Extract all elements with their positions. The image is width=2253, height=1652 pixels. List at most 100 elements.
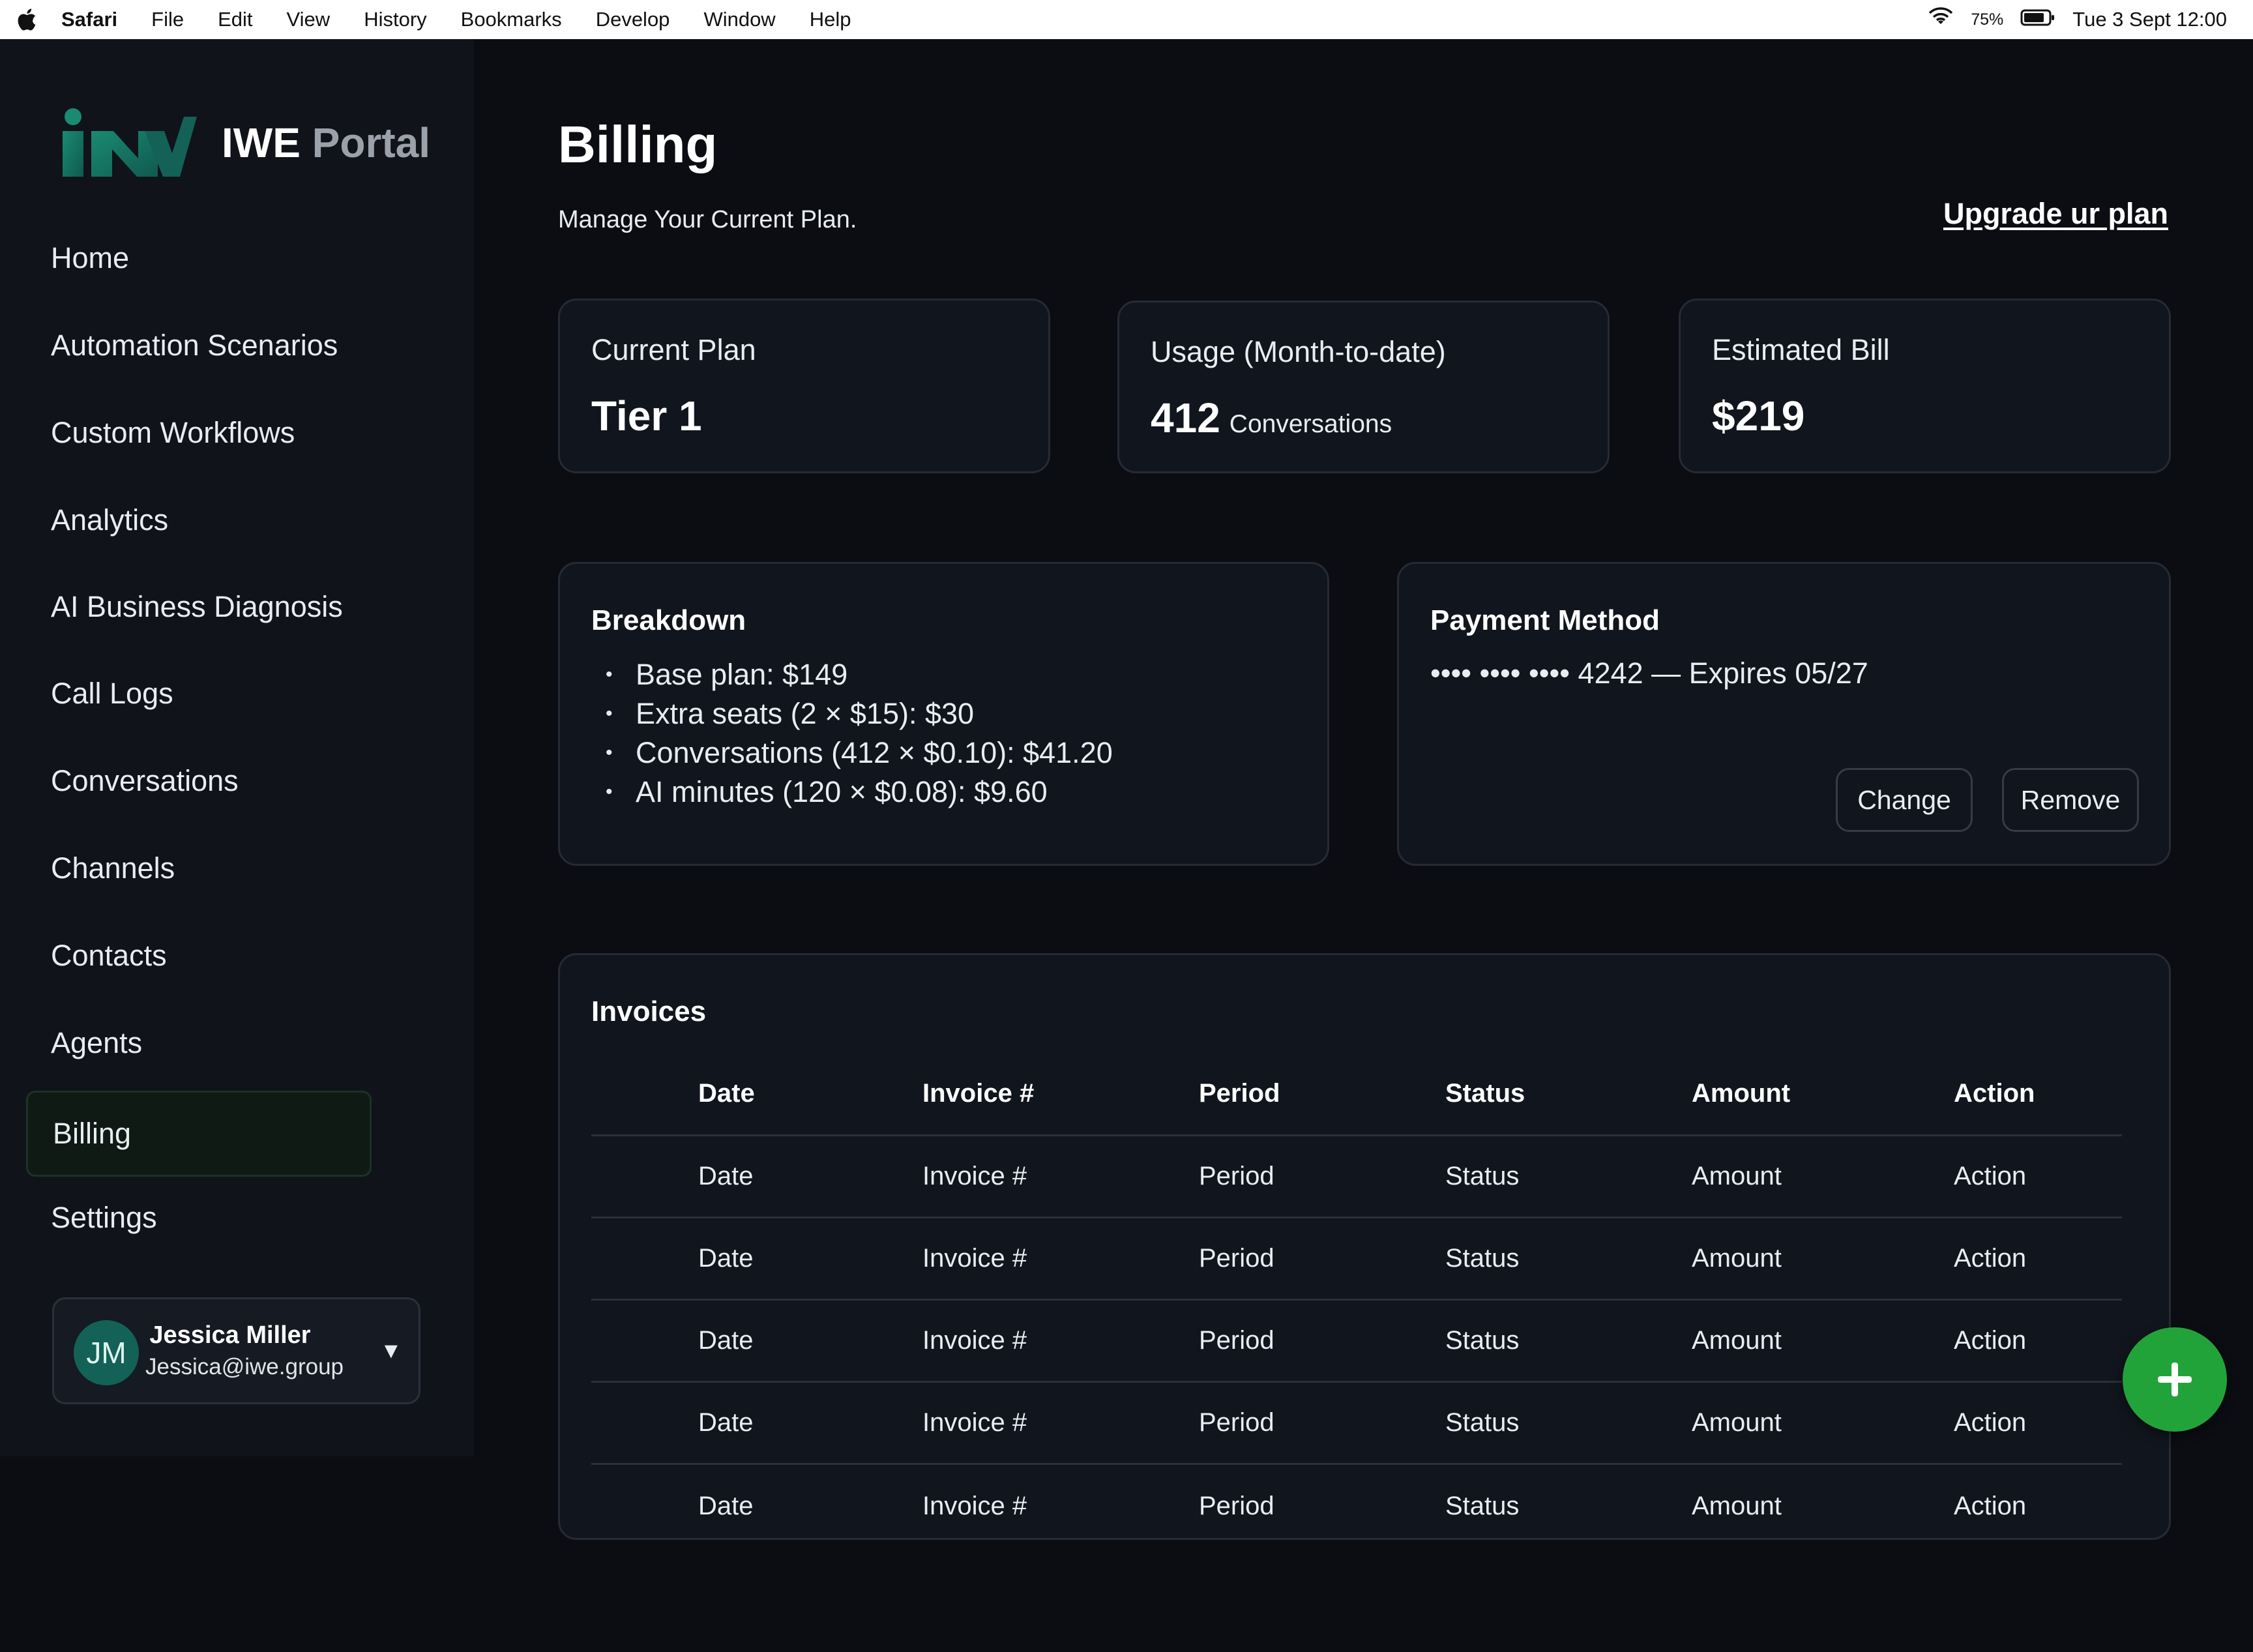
invoices-card: Invoices Date Invoice # Period Status Am… [558,953,2171,1540]
battery-icon[interactable] [2020,8,2055,31]
cell-action[interactable]: Action [1954,1136,2026,1217]
column-header-status[interactable]: Status [1445,1053,1525,1134]
breakdown-item: • Conversations (412 × $0.10): $41.20 [606,733,1113,773]
cell-date: Date [698,1491,754,1520]
user-email: Jessica@iwe.group [145,1354,344,1379]
table-row[interactable]: Date Invoice # Period Status Amount Acti… [591,1218,2122,1301]
cell-action[interactable]: Action [1954,1218,2026,1299]
breakdown-item: • AI minutes (120 × $0.08): $9.60 [606,773,1113,812]
usage-card: Usage (Month-to-date) 412 Conversations [1117,301,1610,473]
column-header-action[interactable]: Action [1954,1053,2035,1134]
cell-status: Status [1445,1244,1520,1273]
sidebar-item-channels[interactable]: Channels [26,825,372,911]
sidebar: IWE Portal Home Automation Scenarios Cus… [0,39,474,1456]
breakdown-title: Breakdown [591,604,746,636]
usage-value: 412 [1151,394,1220,441]
table-header-row: Date Invoice # Period Status Amount Acti… [591,1053,2122,1136]
sidebar-item-settings[interactable]: Settings [26,1175,372,1261]
sidebar-item-agents[interactable]: Agents [26,1000,372,1086]
card-number: •••• •••• •••• 4242 — Expires 05/27 [1430,656,1868,690]
cell-invoice: Invoice # [922,1326,1027,1355]
wifi-icon[interactable] [1928,7,1954,32]
cell-action[interactable]: Action [1954,1301,2026,1381]
menu-safari[interactable]: Safari [61,8,117,31]
brand-name: IWE Portal [222,119,430,167]
breakdown-item-text: Conversations (412 × $0.10): $41.20 [636,736,1113,769]
cell-invoice: Invoice # [922,1491,1027,1520]
breakdown-item-text: Base plan: $149 [636,658,848,691]
cell-date: Date [698,1162,754,1190]
page-title: Billing [558,115,718,173]
cell-action[interactable]: Action [1954,1383,2026,1463]
iwe-logo[interactable] [60,108,197,178]
table-row[interactable]: Date Invoice # Period Status Amount Acti… [591,1383,2122,1465]
clock[interactable]: Tue 3 Sept 12:00 [2072,8,2227,31]
plus-icon [2158,1363,2192,1396]
sidebar-item-ai-business-diagnosis[interactable]: AI Business Diagnosis [26,564,372,650]
breakdown-card: Breakdown • Base plan: $149 • Extra seats … [558,562,1329,866]
cell-amount: Amount [1692,1326,1782,1355]
menu-help[interactable]: Help [810,8,851,31]
menu-bookmarks[interactable]: Bookmarks [461,8,562,31]
chevron-down-icon[interactable]: ▼ [380,1338,402,1364]
current-plan-label: Current Plan [591,333,756,366]
breakdown-item-text: Extra seats (2 × $15): $30 [636,697,975,730]
column-header-date[interactable]: Date [698,1053,755,1134]
table-row[interactable]: Date Invoice # Period Status Amount Acti… [591,1465,2122,1547]
usage-unit: Conversations [1229,410,1392,438]
change-button[interactable]: Change [1836,768,1973,832]
sidebar-item-contacts[interactable]: Contacts [26,913,372,999]
sidebar-item-billing[interactable]: Billing [26,1091,372,1177]
sidebar-item-conversations[interactable]: Conversations [26,738,372,824]
cell-status: Status [1445,1162,1520,1190]
menu-develop[interactable]: Develop [596,8,670,31]
invoices-title: Invoices [591,996,707,1027]
menu-history[interactable]: History [364,8,426,31]
menu-file[interactable]: File [151,8,184,31]
sidebar-item-automation-scenarios[interactable]: Automation Scenarios [26,302,372,389]
sidebar-item-custom-workflows[interactable]: Custom Workflows [26,390,372,476]
cell-amount: Amount [1692,1408,1782,1437]
column-header-invoice[interactable]: Invoice # [922,1053,1034,1134]
estimated-bill-label: Estimated Bill [1712,333,1890,366]
bullet: • [606,664,613,685]
upgrade-plan-link[interactable]: Upgrade ur plan [1943,197,2168,231]
cell-action[interactable]: Action [1954,1465,2026,1547]
apple-icon[interactable] [17,8,37,31]
remove-button[interactable]: Remove [2002,768,2139,832]
breakdown-item-text: AI minutes (120 × $0.08): $9.60 [636,775,1048,808]
cell-period: Period [1199,1408,1274,1437]
add-button[interactable] [2123,1327,2227,1432]
cell-date: Date [698,1408,754,1437]
cell-date: Date [698,1244,754,1273]
invoices-table: Date Invoice # Period Status Amount Acti… [591,1053,2122,1547]
breakdown-item: • Extra seats (2 × $15): $30 [606,694,1113,733]
user-menu[interactable]: JM Jessica Miller Jessica@iwe.group ▼ [52,1297,420,1404]
menu-window[interactable]: Window [703,8,775,31]
payment-method-title: Payment Method [1430,604,1660,636]
usage-value-wrap: 412 Conversations [1151,394,1392,442]
cell-period: Period [1199,1162,1274,1190]
estimated-bill-value: $219 [1712,392,1805,439]
cell-amount: Amount [1692,1244,1782,1273]
cell-status: Status [1445,1408,1520,1437]
brand-name-part2: Portal [312,119,431,166]
sidebar-item-call-logs[interactable]: Call Logs [26,651,372,737]
cell-invoice: Invoice # [922,1408,1027,1437]
column-header-amount[interactable]: Amount [1692,1053,1790,1134]
cell-date: Date [698,1326,754,1355]
sidebar-item-home[interactable]: Home [26,215,372,301]
usage-label: Usage (Month-to-date) [1151,335,1446,368]
column-header-period[interactable]: Period [1199,1053,1280,1134]
menu-view[interactable]: View [287,8,331,31]
sidebar-item-analytics[interactable]: Analytics [26,477,372,563]
bullet: • [606,703,613,724]
table-row[interactable]: Date Invoice # Period Status Amount Acti… [591,1136,2122,1218]
menu-edit[interactable]: Edit [218,8,252,31]
breakdown-item: • Base plan: $149 [606,655,1113,694]
cell-invoice: Invoice # [922,1162,1027,1190]
current-plan-value: Tier 1 [591,392,702,439]
table-row[interactable]: Date Invoice # Period Status Amount Acti… [591,1301,2122,1383]
cell-invoice: Invoice # [922,1244,1027,1273]
bullet: • [606,781,613,803]
